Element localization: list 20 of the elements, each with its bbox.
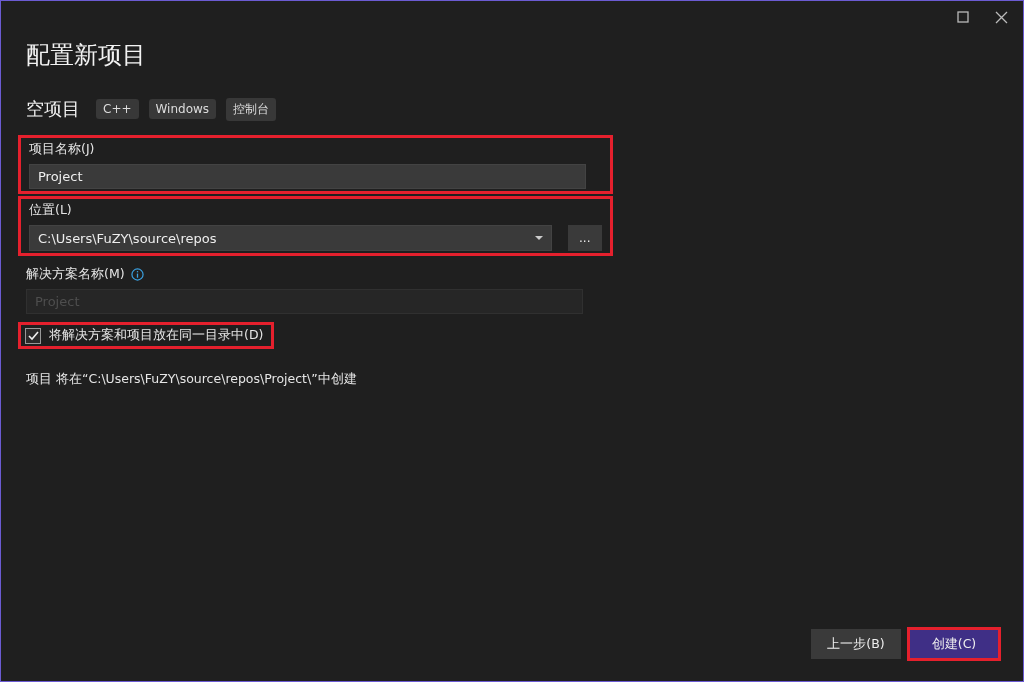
browse-button[interactable]: ...	[567, 225, 602, 251]
project-name-field[interactable]: Project	[29, 164, 586, 189]
caret-icon	[534, 235, 543, 241]
checkbox-label: 将解决方案和项目放在同一目录中(D)	[49, 327, 264, 344]
checkbox[interactable]	[25, 327, 41, 344]
field-label: 位置(L)	[29, 202, 73, 219]
template-tag: Windows	[148, 99, 217, 119]
template-tag: 控制台	[226, 97, 277, 121]
template-tag: C++	[96, 99, 139, 119]
info-icon[interactable]	[130, 268, 144, 281]
location-dropdown[interactable]: C:\Users\FuZY\source\repos	[29, 225, 552, 251]
back-button[interactable]: 上一步(B)	[811, 629, 901, 659]
field-label: 项目名称(J)	[29, 141, 96, 158]
maximize-icon[interactable]	[955, 9, 971, 25]
close-icon[interactable]	[993, 9, 1009, 25]
field-label: 解决方案名称(M)	[26, 266, 125, 283]
summary-text: 项目 将在“C:\Users\FuZY\source\repos\Project\”中创建	[26, 371, 358, 388]
window-title: 配置新项目	[26, 40, 147, 71]
create-button[interactable]: 创建(C)	[907, 627, 1001, 661]
template-name: 空项目	[26, 97, 80, 121]
